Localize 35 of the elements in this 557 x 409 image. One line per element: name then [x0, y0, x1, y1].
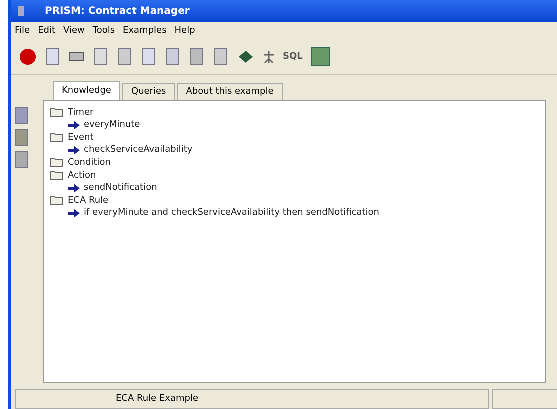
tray-icon[interactable] — [69, 52, 85, 62]
tab[interactable]: Queries — [122, 83, 176, 100]
figure-icon[interactable] — [263, 50, 275, 64]
arrow-icon — [68, 146, 80, 154]
tree-node[interactable]: Condition — [68, 158, 111, 168]
sql-button[interactable]: SQL — [283, 52, 303, 62]
document-icon[interactable] — [141, 48, 157, 66]
record-icon[interactable] — [19, 48, 37, 66]
menu-item[interactable]: Help — [174, 26, 196, 36]
tree-node[interactable]: Timer — [68, 108, 94, 118]
tree-leaf[interactable]: if everyMinute and checkServiceAvailability then sendNotification — [84, 208, 380, 218]
arrow-icon — [68, 184, 80, 192]
arrow-icon — [68, 120, 80, 130]
document-icon[interactable] — [165, 48, 181, 66]
window-title: PRISM: Contract Manager — [45, 6, 190, 16]
status-text: ECA Rule Example — [15, 389, 489, 409]
menu-item[interactable]: Tools — [92, 26, 116, 36]
square-icon[interactable] — [14, 151, 30, 169]
menu-item[interactable]: Edit — [38, 26, 56, 36]
tree-leaf[interactable]: sendNotification — [84, 183, 158, 193]
tree-node[interactable]: ECA Rule — [68, 196, 109, 206]
status-panel — [492, 389, 557, 409]
menu-item[interactable]: File — [15, 26, 30, 36]
document-icon[interactable] — [14, 107, 30, 125]
tree-node[interactable]: Event — [68, 132, 94, 142]
arrow-icon — [68, 208, 80, 218]
app-icon — [17, 5, 25, 17]
tree-leaf[interactable]: checkServiceAvailability — [84, 145, 193, 155]
document-icon[interactable] — [45, 48, 61, 66]
menu-item[interactable]: Examples — [123, 26, 167, 36]
tab[interactable]: Knowledge — [53, 81, 120, 100]
tree-leaf[interactable]: everyMinute — [84, 120, 140, 130]
tab[interactable]: About this example — [177, 83, 283, 100]
tree-node[interactable]: Action — [68, 170, 96, 180]
menu-item[interactable]: View — [64, 26, 85, 36]
